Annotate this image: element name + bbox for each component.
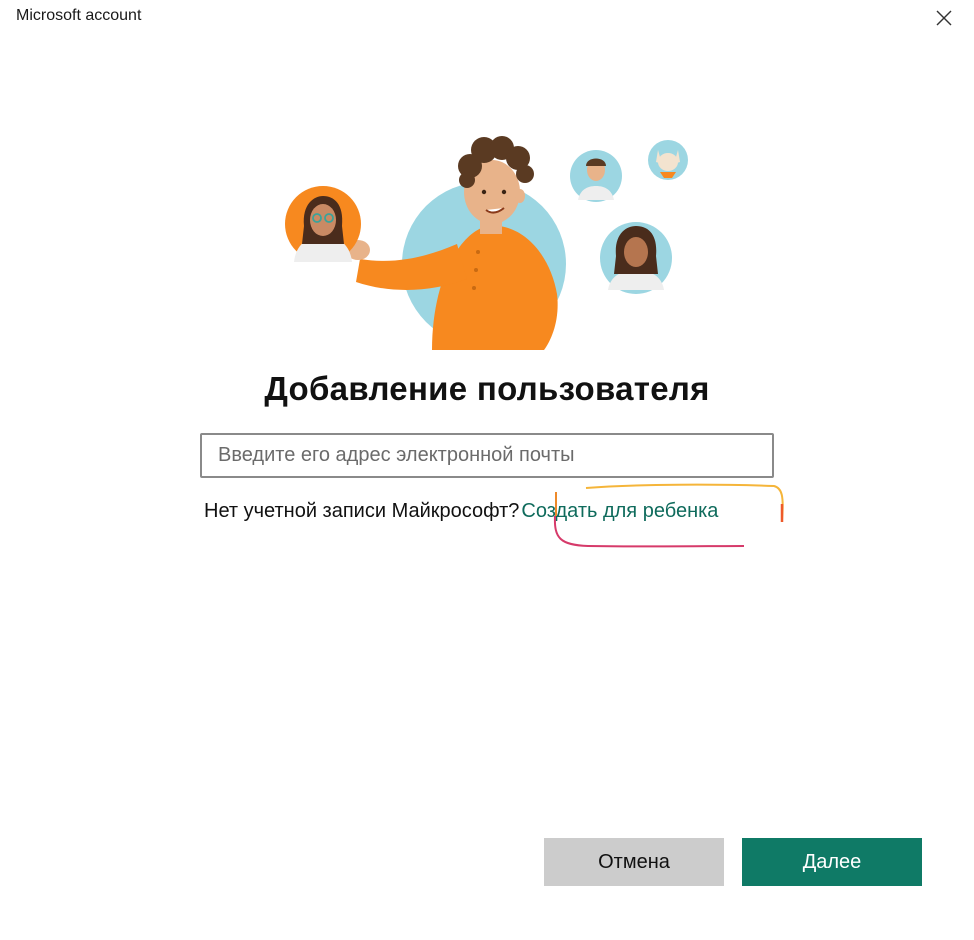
close-button[interactable]	[932, 6, 956, 30]
title-bar: Microsoft account	[0, 0, 974, 34]
window-title: Microsoft account	[16, 7, 142, 24]
people-illustration-icon	[285, 136, 688, 350]
email-input[interactable]	[200, 433, 774, 478]
no-account-row: Нет учетной записи Майкрософт? Создать дл…	[204, 500, 718, 530]
next-button[interactable]: Далее	[742, 838, 922, 886]
hero-illustration	[282, 134, 694, 350]
no-account-text: Нет учетной записи Майкрософт?	[204, 500, 520, 522]
microsoft-account-dialog: Microsoft account Добавление пользовател…	[0, 0, 974, 940]
cancel-button[interactable]: Отмена	[544, 838, 724, 886]
close-icon	[936, 10, 952, 26]
page-title: Добавление пользователя	[264, 370, 710, 407]
create-for-child-link[interactable]: Создать для ребенка	[521, 500, 718, 522]
